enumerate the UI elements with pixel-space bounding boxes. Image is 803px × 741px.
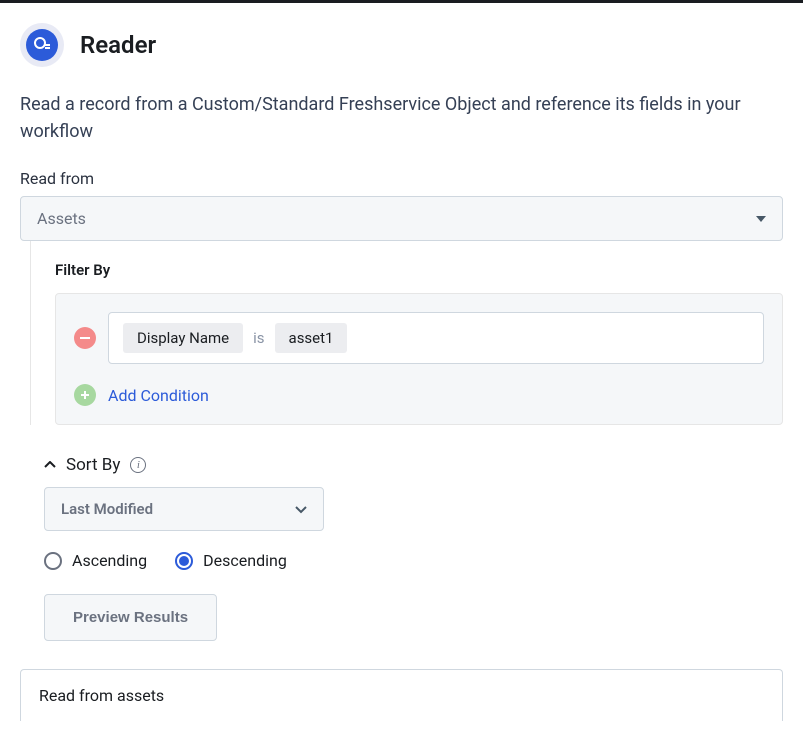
sort-header[interactable]: Sort By i bbox=[44, 455, 783, 475]
condition-row: Display Name is asset1 bbox=[74, 312, 764, 364]
descending-radio[interactable]: Descending bbox=[175, 551, 287, 570]
bottom-panel: Read from assets bbox=[20, 669, 783, 721]
filter-section: Filter By Display Name is asset1 bbox=[30, 241, 783, 425]
sort-by-label: Sort By bbox=[66, 455, 120, 475]
ascending-radio[interactable]: Ascending bbox=[44, 551, 147, 570]
add-condition-button[interactable] bbox=[74, 384, 96, 406]
radio-dot bbox=[179, 556, 189, 566]
chevron-up-icon bbox=[44, 461, 56, 469]
condition-input[interactable]: Display Name is asset1 bbox=[108, 312, 764, 364]
chevron-down-icon bbox=[756, 216, 766, 222]
read-from-value: Assets bbox=[37, 209, 86, 228]
condition-operator: is bbox=[253, 329, 264, 347]
read-from-select[interactable]: Assets bbox=[20, 196, 783, 241]
reader-icon bbox=[26, 29, 58, 61]
read-from-label: Read from bbox=[20, 169, 783, 188]
ascending-label: Ascending bbox=[72, 551, 147, 570]
condition-value-chip: asset1 bbox=[275, 323, 348, 353]
main-container: Reader Read a record from a Custom/Stand… bbox=[0, 3, 803, 741]
preview-results-button[interactable]: Preview Results bbox=[44, 594, 217, 641]
chevron-down-icon bbox=[295, 500, 307, 518]
condition-field-chip: Display Name bbox=[123, 323, 243, 353]
minus-icon bbox=[80, 337, 90, 339]
plus-icon bbox=[79, 389, 91, 401]
radio-icon bbox=[44, 552, 62, 570]
info-icon[interactable]: i bbox=[130, 457, 146, 473]
filter-by-label: Filter By bbox=[55, 261, 783, 279]
remove-condition-button[interactable] bbox=[74, 327, 96, 349]
description: Read a record from a Custom/Standard Fre… bbox=[20, 91, 783, 145]
reader-icon-wrapper bbox=[20, 23, 64, 67]
filter-panel: Display Name is asset1 Add Condition bbox=[55, 293, 783, 425]
header: Reader bbox=[20, 23, 783, 67]
add-condition-link[interactable]: Add Condition bbox=[108, 386, 209, 405]
bottom-panel-title: Read from assets bbox=[39, 686, 164, 705]
sort-order-radio-group: Ascending Descending bbox=[44, 551, 783, 570]
descending-label: Descending bbox=[203, 551, 287, 570]
sort-by-value: Last Modified bbox=[61, 500, 153, 518]
add-condition-row: Add Condition bbox=[74, 384, 764, 406]
page-title: Reader bbox=[80, 31, 156, 59]
sort-section: Sort By i Last Modified Ascending Descen… bbox=[20, 455, 783, 641]
radio-icon-selected bbox=[175, 552, 193, 570]
sort-by-select[interactable]: Last Modified bbox=[44, 487, 324, 531]
